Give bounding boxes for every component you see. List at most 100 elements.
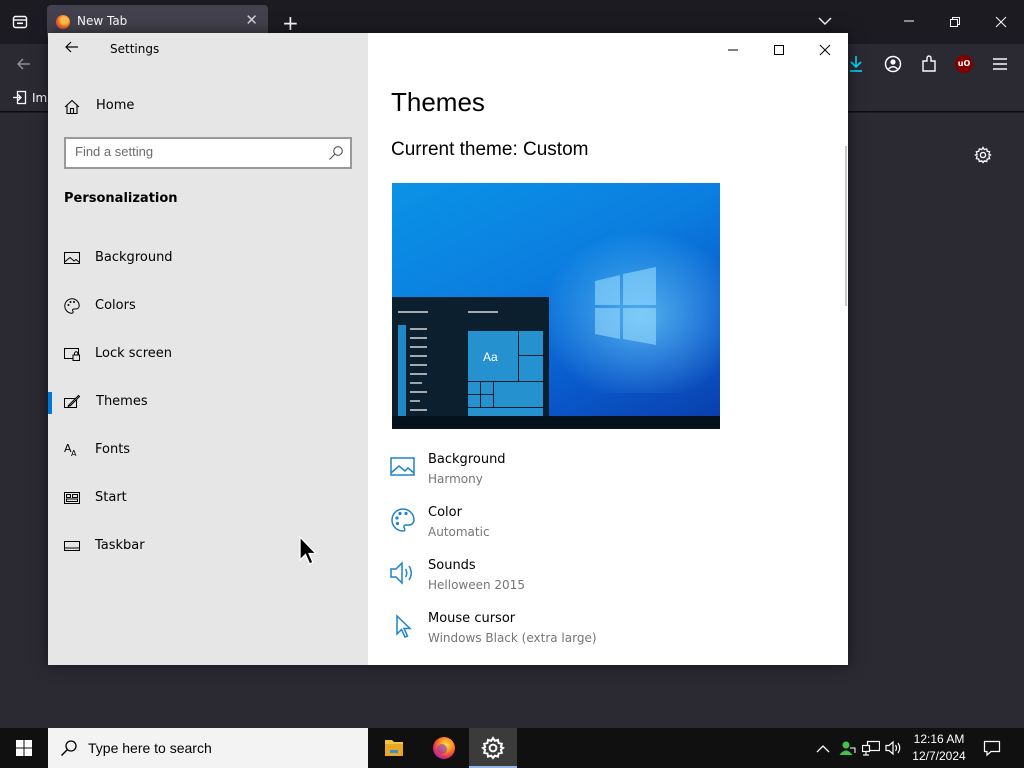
preview-taskbar [392,416,720,429]
minimize-button[interactable] [710,35,756,65]
nav-item-background[interactable]: Background [48,238,368,278]
current-theme-heading: Current theme: Custom [391,139,589,160]
close-tab-icon[interactable]: ✕ [245,11,258,29]
palette-icon [64,298,80,314]
windows-logo-icon [16,740,32,756]
lock-screen-icon [64,348,80,361]
theme-color-setting[interactable]: Color Automatic [390,505,810,549]
theme-preview-image: Aa [392,183,720,429]
gear-icon [481,736,505,760]
taskbar-search-box[interactable]: Type here to search [48,728,368,768]
home-icon [64,99,80,115]
property-value: Harmony [428,472,483,486]
folder-icon [385,740,403,756]
notifications-icon[interactable] [983,739,1001,761]
svg-text:A: A [71,449,77,458]
nav-item-label: Themes [96,394,148,409]
import-bookmarks-label[interactable]: Im [32,91,47,105]
extensions-icon[interactable] [921,55,937,76]
firefox-icon [433,737,455,759]
tab-title: New Tab [77,14,128,28]
nav-item-label: Start [95,490,127,505]
font-icon: AA [64,442,77,458]
nav-item-themes[interactable]: Themes [48,382,368,422]
property-value: Automatic [428,525,490,539]
list-all-tabs-icon[interactable] [12,14,28,33]
close-button[interactable] [802,35,848,65]
back-arrow-icon[interactable] [64,39,80,60]
nav-item-label: Lock screen [95,346,172,361]
nav-item-fonts[interactable]: AA Fonts [48,430,368,470]
settings-taskbar-button[interactable] [469,728,517,768]
page-title: Themes [391,87,485,117]
download-icon[interactable] [848,55,864,76]
gear-icon[interactable] [974,146,992,167]
section-title: Personalization [64,191,178,206]
firefox-icon [56,15,70,29]
firefox-taskbar-button[interactable] [420,728,468,768]
close-icon [819,44,831,56]
settings-sidebar: Settings Home Personalization Background… [48,33,368,665]
speaker-icon [390,561,412,585]
theme-sounds-setting[interactable]: Sounds Helloween 2015 [390,558,810,602]
cursor-icon [396,614,412,638]
chevron-down-icon[interactable] [818,14,832,31]
preview-tile-text: Aa [483,350,498,364]
nav-item-lock-screen[interactable]: Lock screen [48,334,368,374]
window-title: Settings [110,42,160,56]
windows-taskbar: Type here to search 12:16 AM 12/7/2024 [0,728,1024,768]
import-bookmarks-icon[interactable] [12,90,27,108]
user-status-icon[interactable] [838,739,856,761]
active-indicator [48,392,52,414]
property-title: Background [428,452,506,467]
find-setting-search-box[interactable] [64,137,352,169]
palette-icon [391,508,415,532]
property-value: Windows Black (extra large) [428,631,597,645]
theme-background-setting[interactable]: Background Harmony [390,452,810,496]
property-value: Helloween 2015 [428,578,525,592]
mouse-pointer-icon [299,536,317,565]
clock-date: 12/7/2024 [912,749,966,763]
back-arrow-icon[interactable] [16,56,32,75]
maximize-icon [774,45,784,55]
taskbar-icon [64,541,80,551]
file-explorer-taskbar-button[interactable] [370,728,418,768]
volume-icon[interactable] [885,740,903,760]
nav-item-taskbar[interactable]: Taskbar [48,526,368,566]
taskbar-clock[interactable]: 12:16 AM 12/7/2024 [906,731,972,765]
account-icon[interactable] [884,55,902,76]
nav-item-colors[interactable]: Colors [48,286,368,326]
maximize-button[interactable] [756,35,802,65]
image-icon [64,252,80,264]
theme-mouse-cursor-setting[interactable]: Mouse cursor Windows Black (extra large) [390,611,810,655]
image-icon [390,457,415,476]
property-title: Color [428,505,462,520]
home-label: Home [96,98,135,113]
start-icon [64,492,80,504]
home-nav-item[interactable]: Home [64,95,134,119]
settings-main-pane: Themes Current theme: Custom Aa Backgrou… [368,33,848,665]
browser-close-icon[interactable] [995,15,1007,31]
network-icon[interactable] [861,740,881,760]
minimize-icon [728,49,738,51]
nav-item-label: Background [95,250,173,265]
ublock-origin-icon[interactable]: uO [955,55,973,73]
nav-item-label: Taskbar [95,538,145,553]
new-tab-icon[interactable]: + [282,13,299,33]
preview-start-menu [392,297,549,429]
find-setting-input[interactable] [75,144,315,159]
browser-restore-icon[interactable] [949,15,961,31]
settings-window: Settings Home Personalization Background… [48,33,848,665]
nav-item-label: Fonts [95,442,131,457]
search-icon [329,146,343,160]
scrollbar[interactable] [845,146,847,306]
open-menu-icon[interactable] [992,57,1008,74]
property-title: Mouse cursor [428,611,516,626]
brush-icon [64,394,80,408]
show-hidden-icons-chevron-icon[interactable] [816,742,830,758]
clock-time: 12:16 AM [913,732,965,746]
start-button[interactable] [0,728,48,768]
browser-minimize-icon[interactable] [903,14,915,30]
nav-item-label: Colors [95,298,136,313]
nav-item-start[interactable]: Start [48,478,368,518]
